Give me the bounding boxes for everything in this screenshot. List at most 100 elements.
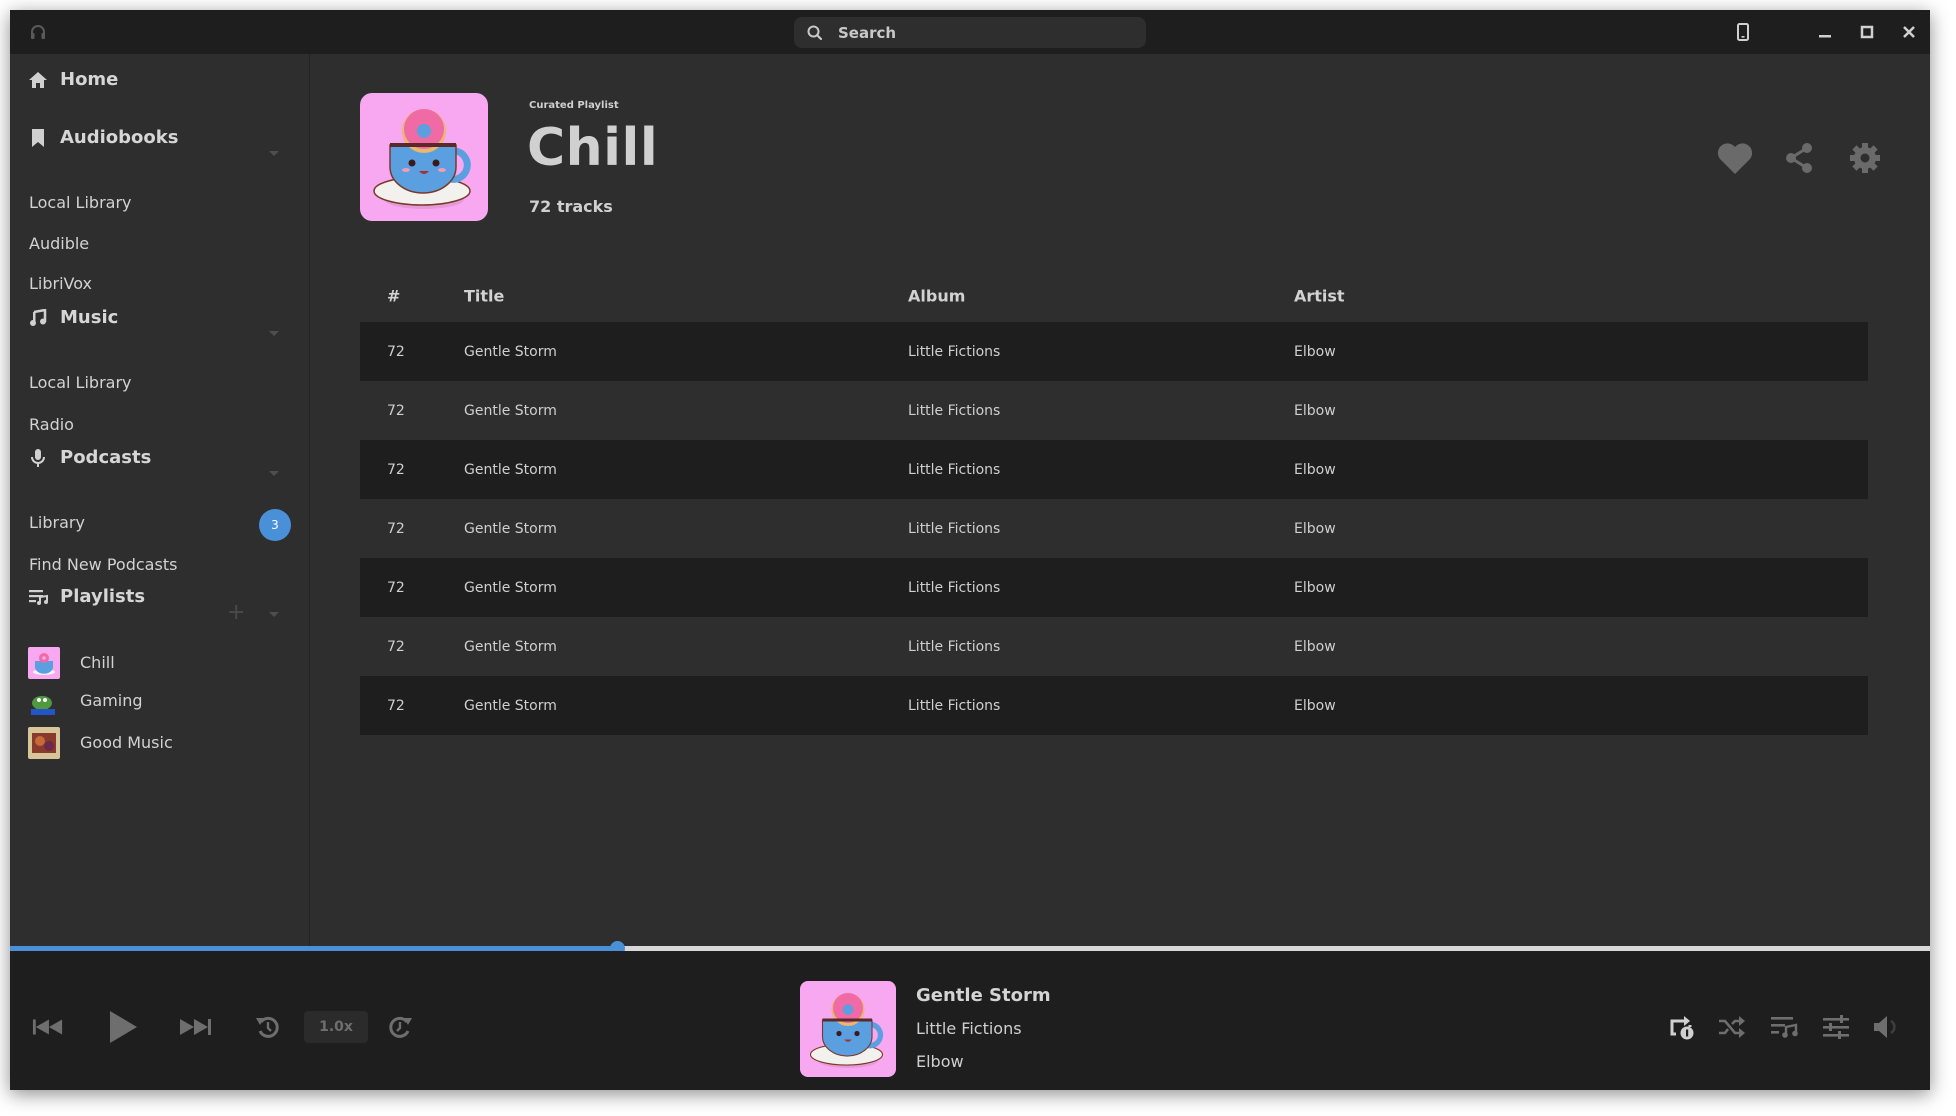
track-number: 72: [387, 697, 405, 714]
volume-button[interactable]: [1872, 1013, 1900, 1041]
chevron-down-icon[interactable]: [269, 612, 279, 617]
table-row[interactable]: 72 Gentle Storm Little Fictions Elbow: [360, 322, 1868, 381]
minimize-button[interactable]: [1814, 21, 1836, 43]
home-icon: [28, 70, 48, 90]
sidebar-section-audiobooks[interactable]: Audiobooks: [28, 127, 178, 148]
track-number: 72: [387, 343, 405, 360]
table-header: # Title Album Artist: [360, 269, 1868, 322]
track-title: Gentle Storm: [464, 638, 557, 655]
sidebar-section-podcasts[interactable]: Podcasts: [28, 447, 151, 468]
playlist-thumb-gaming: [28, 685, 60, 717]
share-button[interactable]: [1779, 138, 1819, 178]
play-button[interactable]: [108, 1009, 138, 1045]
chevron-down-icon[interactable]: [269, 331, 279, 336]
rewind-icon: [256, 1016, 279, 1038]
track-title: Gentle Storm: [464, 579, 557, 596]
track-artist: Elbow: [1294, 343, 1336, 360]
page-title: Chill: [527, 118, 659, 178]
microphone-icon: [28, 448, 48, 468]
now-playing-title: Gentle Storm: [916, 985, 1051, 1006]
sidebar-section-playlists[interactable]: Playlists: [28, 586, 145, 607]
now-playing-album[interactable]: Little Fictions: [916, 1019, 1022, 1038]
track-number: 72: [387, 461, 405, 478]
rewind-button[interactable]: [254, 1013, 282, 1041]
sidebar-playlist-chill[interactable]: Chill: [80, 653, 115, 672]
track-number: 72: [387, 520, 405, 537]
table-row[interactable]: 72 Gentle Storm Little Fictions Elbow: [360, 676, 1868, 735]
next-button[interactable]: [178, 1013, 212, 1041]
playlist-thumb-chill: [28, 647, 60, 679]
maximize-icon: [1860, 25, 1874, 39]
shuffle-button[interactable]: [1718, 1013, 1746, 1041]
previous-button[interactable]: [32, 1013, 64, 1041]
search-input[interactable]: Search: [794, 17, 1146, 48]
sidebar-playlist-good-music[interactable]: Good Music: [80, 733, 173, 752]
playlist-type-label: Curated Playlist: [529, 100, 619, 111]
column-header-artist[interactable]: Artist: [1294, 286, 1345, 305]
track-album: Little Fictions: [908, 343, 1001, 360]
track-title: Gentle Storm: [464, 520, 557, 537]
equalizer-icon: [1823, 1015, 1849, 1039]
column-header-number[interactable]: #: [387, 286, 400, 305]
table-row[interactable]: 72 Gentle Storm Little Fictions Elbow: [360, 381, 1868, 440]
track-album: Little Fictions: [908, 638, 1001, 655]
now-playing-artist[interactable]: Elbow: [916, 1052, 964, 1071]
skip-next-icon: [180, 1019, 211, 1035]
sidebar-item-find-new-podcasts[interactable]: Find New Podcasts: [29, 555, 177, 574]
track-number: 72: [387, 402, 405, 419]
maximize-button[interactable]: [1856, 21, 1878, 43]
table-row[interactable]: 72 Gentle Storm Little Fictions Elbow: [360, 617, 1868, 676]
add-playlist-button[interactable]: +: [227, 602, 245, 624]
sidebar-item-music-local-library[interactable]: Local Library: [29, 373, 132, 392]
repeat-one-button[interactable]: [1668, 1013, 1696, 1041]
track-title: Gentle Storm: [464, 402, 557, 419]
share-icon: [1786, 143, 1812, 173]
sidebar-item-librivox[interactable]: LibriVox: [29, 274, 92, 293]
sidebar-section-label: Audiobooks: [60, 127, 179, 148]
repeat-one-icon: [1670, 1016, 1694, 1040]
track-title: Gentle Storm: [464, 461, 557, 478]
playback-speed-button[interactable]: 1.0x: [304, 1011, 368, 1043]
chevron-down-icon[interactable]: [269, 151, 279, 156]
track-artist: Elbow: [1294, 697, 1336, 714]
mobile-view-button[interactable]: [1732, 21, 1754, 43]
playlist-icon: [28, 587, 48, 607]
sidebar-section-label: Music: [60, 307, 119, 328]
playlist-view: Curated Playlist Chill 72 tracks # Title…: [311, 54, 1930, 948]
table-row[interactable]: 72 Gentle Storm Little Fictions Elbow: [360, 499, 1868, 558]
table-row[interactable]: 72 Gentle Storm Little Fictions Elbow: [360, 440, 1868, 499]
sidebar-item-podcast-library[interactable]: Library: [29, 513, 85, 532]
column-header-title[interactable]: Title: [464, 286, 504, 305]
queue-button[interactable]: [1770, 1013, 1798, 1041]
sidebar-item-home[interactable]: Home: [28, 69, 118, 90]
track-title: Gentle Storm: [464, 343, 557, 360]
settings-button[interactable]: [1845, 138, 1885, 178]
minimize-icon: [1819, 35, 1831, 38]
shuffle-icon: [1719, 1016, 1745, 1038]
track-artist: Elbow: [1294, 461, 1336, 478]
now-playing-cover[interactable]: [800, 981, 896, 1077]
track-artist: Elbow: [1294, 402, 1336, 419]
chevron-down-icon[interactable]: [269, 471, 279, 476]
track-artist: Elbow: [1294, 520, 1336, 537]
search-icon: [806, 24, 824, 42]
forward-button[interactable]: [386, 1013, 414, 1041]
sidebar-item-audiobooks-local-library[interactable]: Local Library: [29, 193, 132, 212]
close-button[interactable]: [1898, 21, 1920, 43]
close-icon: [1903, 26, 1915, 38]
column-header-album[interactable]: Album: [908, 286, 965, 305]
queue-icon: [1771, 1017, 1798, 1038]
sidebar-item-audible[interactable]: Audible: [29, 234, 89, 253]
sidebar-playlist-gaming[interactable]: Gaming: [80, 691, 143, 710]
sidebar-section-label: Podcasts: [60, 447, 152, 468]
sidebar-item-radio[interactable]: Radio: [29, 415, 74, 434]
play-icon: [110, 1011, 137, 1043]
equalizer-button[interactable]: [1822, 1013, 1850, 1041]
sidebar-section-music[interactable]: Music: [28, 307, 118, 328]
music-note-icon: [28, 308, 48, 328]
favorite-button[interactable]: [1715, 138, 1755, 178]
table-row[interactable]: 72 Gentle Storm Little Fictions Elbow: [360, 558, 1868, 617]
track-count: 72 tracks: [529, 197, 613, 216]
player-bar: 1.0x Gentle Storm Little Fictions Elbow: [10, 951, 1930, 1090]
playlist-thumb-good-music: [28, 727, 60, 759]
